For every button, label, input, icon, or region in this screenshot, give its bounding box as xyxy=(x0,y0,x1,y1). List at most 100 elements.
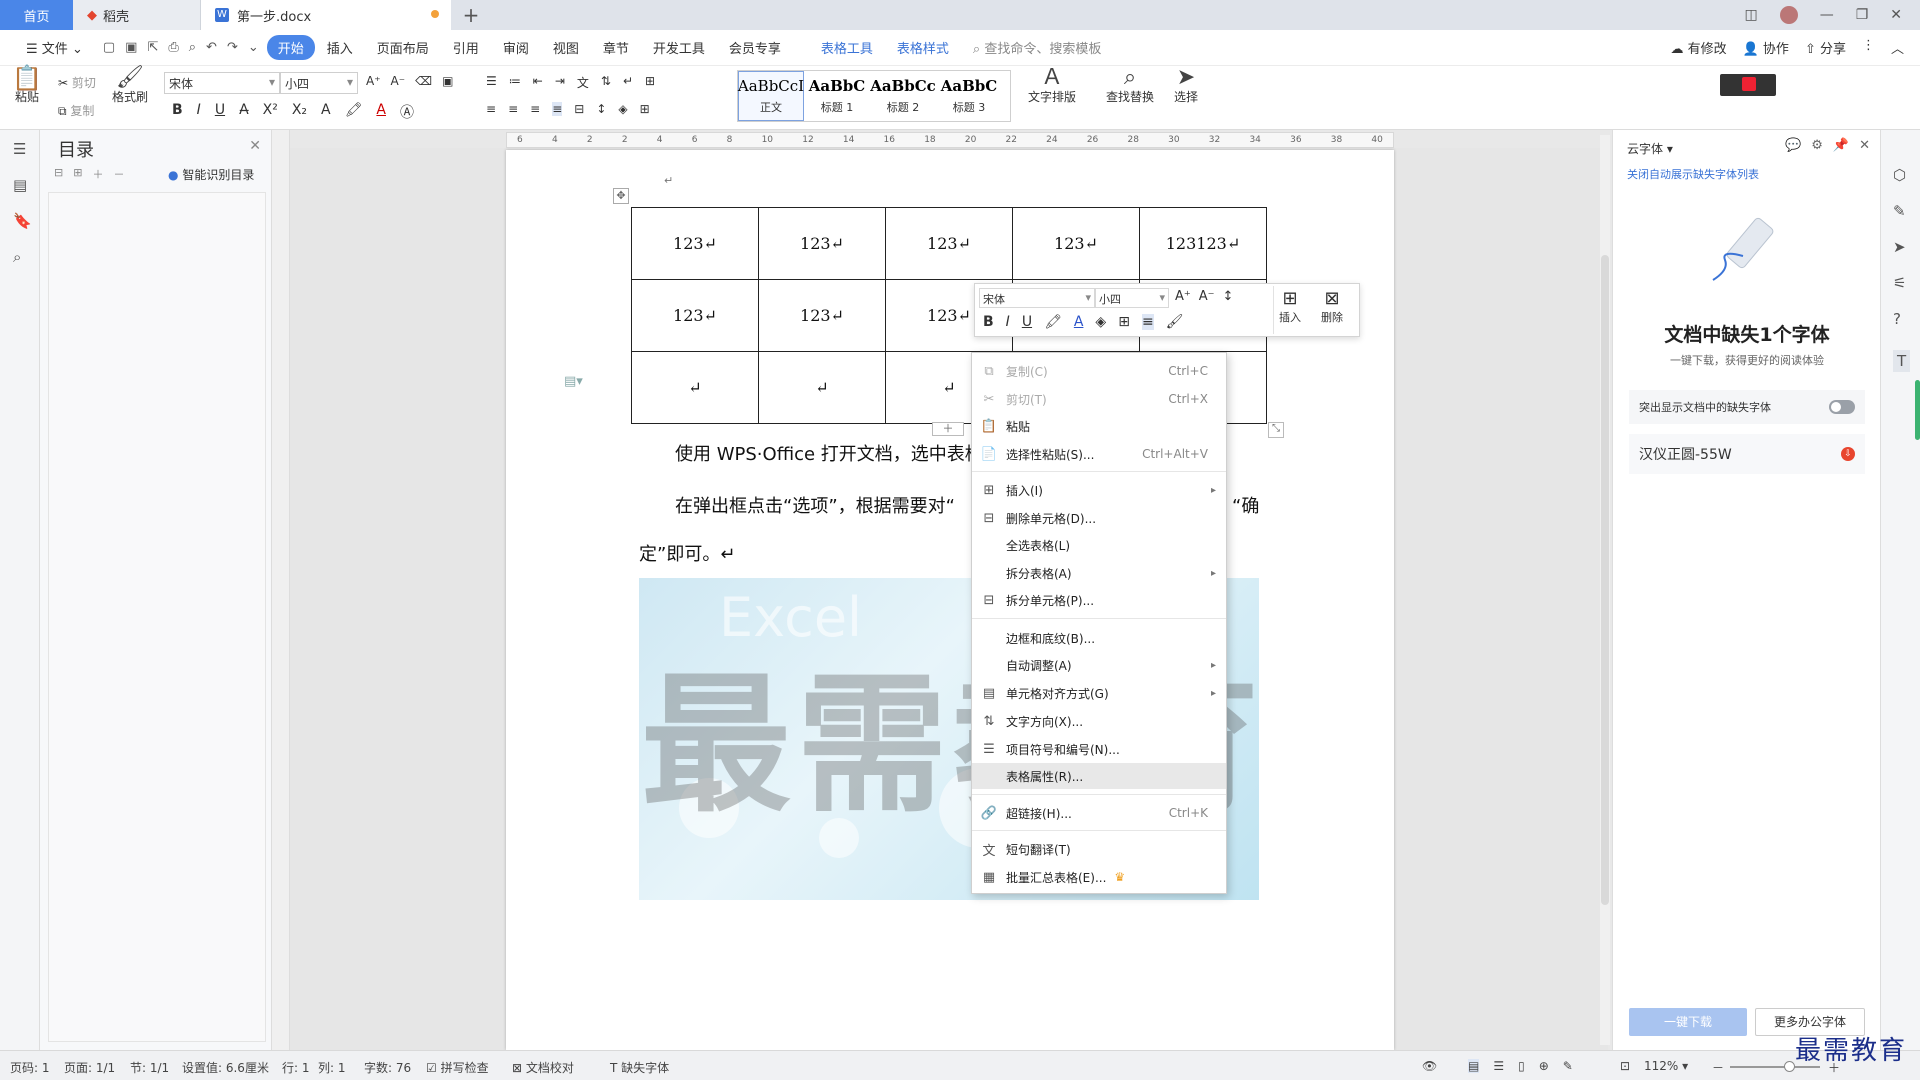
menu-table-styles[interactable]: 表格样式 xyxy=(885,38,961,57)
adjust-icon[interactable]: ⚟ xyxy=(1893,274,1906,292)
command-search[interactable]: ⌕ 查找命令、搜索模板 xyxy=(961,38,1101,57)
zoom-select[interactable]: 112% ▾ xyxy=(1644,1059,1688,1073)
web-view-icon[interactable]: ⊕ xyxy=(1539,1059,1549,1073)
copy-button[interactable]: ⧉ 复制 xyxy=(58,102,94,119)
menu-item-autofit[interactable]: 自动调整(A) ▸ xyxy=(972,652,1226,678)
shape-icon[interactable]: ⬡ xyxy=(1893,166,1906,184)
align-right-icon[interactable]: ≡ xyxy=(530,102,540,116)
cloud-font-title[interactable]: 云字体 ▾ xyxy=(1627,140,1673,157)
add-row-icon[interactable]: ＋ xyxy=(932,422,964,436)
bold-icon[interactable]: B xyxy=(172,102,183,122)
write-mode-icon[interactable]: ✎ xyxy=(1563,1059,1573,1073)
line-spacing-icon[interactable]: ↕ xyxy=(1223,289,1234,304)
font-name-select[interactable]: 宋体 ▾ xyxy=(164,72,280,94)
close-auto-show-link[interactable]: 关闭自动展示缺失字体列表 xyxy=(1627,166,1759,182)
outline-view-icon[interactable]: ☰ xyxy=(1493,1059,1504,1073)
table-cell[interactable]: 123↵ xyxy=(758,279,886,352)
subscript-icon[interactable]: X₂ xyxy=(292,102,307,122)
menu-page-layout[interactable]: 页面布局 xyxy=(365,38,441,57)
style-heading-3[interactable]: AaBbC 标题 3 xyxy=(936,71,1002,121)
close-icon[interactable]: ✕ xyxy=(249,138,261,154)
body-paragraph-2-end[interactable]: “确 xyxy=(1232,492,1259,518)
chat-icon[interactable]: 💬 xyxy=(1785,138,1801,153)
menu-item-delete-cells[interactable]: ⊟ 删除单元格(D)... xyxy=(972,505,1226,531)
underline-icon[interactable]: U xyxy=(1022,314,1032,330)
spell-check-toggle[interactable]: ☑ 拼写检查 xyxy=(426,1059,489,1076)
font-color-icon[interactable]: A xyxy=(376,102,386,122)
more-icon[interactable]: ⋮ xyxy=(1862,38,1875,57)
table-cell[interactable]: 123↵ xyxy=(631,279,759,352)
table-cell[interactable]: ↵ xyxy=(631,351,759,424)
bookmark-icon[interactable]: 🔖 xyxy=(13,212,32,230)
menu-item-insert[interactable]: ⊞ 插入(I) ▸ xyxy=(972,477,1226,503)
body-paragraph-2[interactable]: 在弹出框点击“选项”，根据需要对“ xyxy=(675,492,955,518)
outdent-icon[interactable]: ⇤ xyxy=(533,74,543,91)
menu-item-select-table[interactable]: 全选表格(L) xyxy=(972,532,1226,558)
italic-icon[interactable]: I xyxy=(197,102,201,122)
body-paragraph-1[interactable]: 使用 WPS·Office 打开文档，选中表格 xyxy=(675,440,983,466)
tab-document[interactable]: W 第一步.docx xyxy=(201,0,451,30)
menu-item-translate[interactable]: 文短句翻译(T) xyxy=(972,836,1226,862)
table-border-icon[interactable]: ⊞ xyxy=(645,74,655,91)
search-icon[interactable]: ⌕ xyxy=(13,248,21,266)
table-cell[interactable]: 123↵ xyxy=(1012,207,1140,280)
table-move-handle-icon[interactable]: ✥ xyxy=(613,188,629,204)
shrink-font-icon[interactable]: A⁻ xyxy=(1199,289,1215,304)
menu-item-bullets-numbering[interactable]: ☰ 项目符号和编号(N)... xyxy=(972,736,1226,762)
grow-font-icon[interactable]: A⁺ xyxy=(1175,289,1191,304)
recording-widget[interactable] xyxy=(1720,74,1776,96)
align-left-icon[interactable]: ≡ xyxy=(486,102,496,116)
bold-icon[interactable]: B xyxy=(983,314,994,330)
avatar[interactable] xyxy=(1779,6,1798,24)
distribute-icon[interactable]: ⊟ xyxy=(574,102,584,116)
body-paragraph-3[interactable]: 定”即可。↵ xyxy=(639,540,735,566)
style-heading-1[interactable]: AaBbC 标题 1 xyxy=(804,71,870,121)
char-shading-icon[interactable]: Ⓐ xyxy=(400,102,414,122)
menu-chapter[interactable]: 章节 xyxy=(591,38,641,57)
pin-icon[interactable]: 📌 xyxy=(1833,138,1849,153)
line-spacing-icon[interactable]: ↕ xyxy=(596,102,606,116)
menu-insert[interactable]: 插入 xyxy=(315,38,365,57)
table-cell[interactable]: 123↵ xyxy=(758,207,886,280)
clear-format-icon[interactable]: ⌫ xyxy=(415,74,432,88)
menu-item-copy[interactable]: ⧉ 复制(C) Ctrl+C xyxy=(972,358,1226,384)
share-button[interactable]: ⇧ 分享 xyxy=(1805,38,1846,57)
missing-font-item[interactable]: 汉仪正圆-55W ⇩ xyxy=(1629,434,1865,474)
close-window-button[interactable]: ✕ xyxy=(1890,7,1902,23)
show-marks-icon[interactable]: ↵ xyxy=(623,74,633,91)
cut-button[interactable]: ✂ 剪切 xyxy=(58,74,96,91)
pen-icon[interactable]: ✎ xyxy=(1893,202,1906,220)
format-painter-icon[interactable]: 🖌 xyxy=(1166,314,1184,330)
underline-icon[interactable]: U xyxy=(215,102,225,122)
mini-delete-button[interactable]: ⊠ 删除 xyxy=(1321,288,1343,325)
menu-item-split-cells[interactable]: ⊟ 拆分单元格(P)... xyxy=(972,587,1226,613)
vertical-scrollbar[interactable] xyxy=(1600,135,1610,1045)
shading-icon[interactable]: ◈ xyxy=(618,102,627,116)
chapter-icon[interactable]: ▤ xyxy=(13,176,27,194)
italic-icon[interactable]: I xyxy=(1006,314,1010,330)
justify-icon[interactable]: ≡ xyxy=(552,102,563,116)
new-doc-icon[interactable]: ▢ xyxy=(103,40,115,55)
paste-options-icon[interactable]: ▤▾ xyxy=(564,374,583,389)
borders-icon[interactable]: ⊞ xyxy=(640,102,650,116)
align-icon[interactable]: ≡ xyxy=(1141,314,1154,330)
minimize-button[interactable]: — xyxy=(1820,7,1834,23)
restore-button[interactable]: ❐ xyxy=(1856,7,1869,23)
mini-size-select[interactable]: 小四 ▾ xyxy=(1095,288,1169,308)
table-cell[interactable]: 123123↵ xyxy=(1139,207,1267,280)
menu-view[interactable]: 视图 xyxy=(541,38,591,57)
indent-icon[interactable]: ⇥ xyxy=(555,74,565,91)
font-size-select[interactable]: 小四 ▾ xyxy=(280,72,358,94)
menu-item-borders-shading[interactable]: 边框和底纹(B)... xyxy=(972,625,1226,651)
font-color-icon[interactable]: A xyxy=(1074,314,1084,330)
menu-item-split-table[interactable]: 拆分表格(A) ▸ xyxy=(972,560,1226,586)
select-button[interactable]: ➤ 选择 xyxy=(1174,67,1198,105)
text-layout-button[interactable]: Ａ 文字排版 xyxy=(1028,67,1076,105)
menu-item-cell-alignment[interactable]: ▤ 单元格对齐方式(G) ▸ xyxy=(972,680,1226,706)
status-word-count[interactable]: 字数: 76 xyxy=(364,1059,411,1076)
find-replace-button[interactable]: ⌕ 查找替换 xyxy=(1106,67,1154,105)
mini-insert-button[interactable]: ⊞ 插入 xyxy=(1279,288,1301,325)
settings-icon[interactable]: ⚙ xyxy=(1811,138,1823,153)
menu-item-batch-summary[interactable]: ▦ 批量汇总表格(E)... ♛ xyxy=(972,864,1226,890)
style-normal[interactable]: AaBbCcI 正文 xyxy=(738,71,804,121)
